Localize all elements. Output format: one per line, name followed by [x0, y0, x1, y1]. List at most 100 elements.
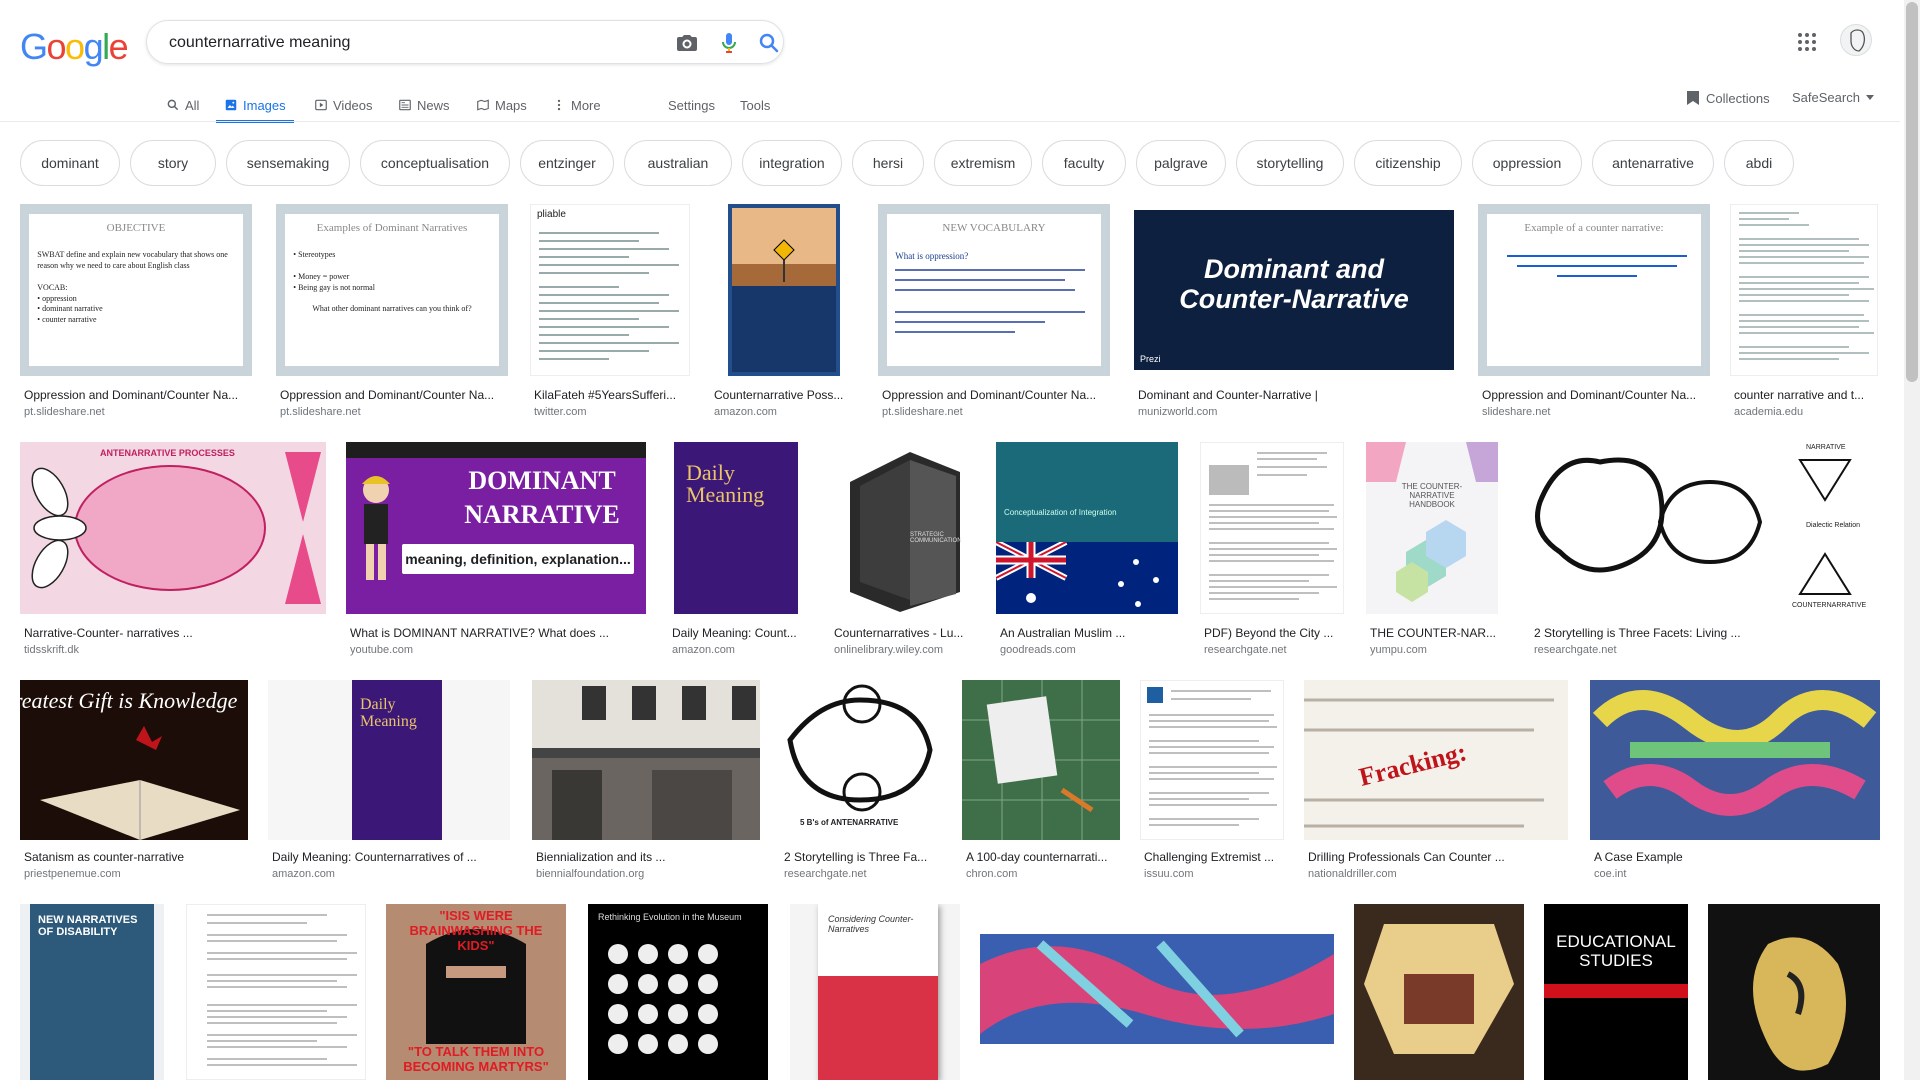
chip-label: australian: [647, 155, 709, 171]
image-result[interactable]: Considering Counter-Narratives: [790, 904, 962, 1080]
image-result[interactable]: Daily Meaning Daily Meaning: Count... ama…: [668, 442, 808, 662]
result-thumbnail: Example of a counter narrative:: [1478, 204, 1710, 376]
chip-conceptualisation[interactable]: conceptualisation: [360, 140, 510, 186]
chip-story[interactable]: story: [130, 140, 216, 186]
image-result[interactable]: A 100-day counternarrati... chron.com: [962, 680, 1122, 888]
document-page: [1209, 452, 1337, 600]
image-result[interactable]: Fracking: Drilling Professionals Can Cou…: [1304, 680, 1570, 888]
image-result[interactable]: reatest Gift is Knowledge Satanism as co…: [20, 680, 252, 888]
result-source: onlinelibrary.wiley.com: [834, 644, 944, 656]
chip-hersi[interactable]: hersi: [852, 140, 924, 186]
image-result[interactable]: Challenging Extremist ... issuu.com: [1140, 680, 1286, 888]
account-avatar[interactable]: [1840, 24, 1872, 56]
chip-citizenship[interactable]: citizenship: [1354, 140, 1462, 186]
image-result[interactable]: NEW VOCABULARY What is oppression? Oppre…: [878, 204, 1114, 420]
image-result[interactable]: Example of a counter narrative: Oppressi…: [1478, 204, 1714, 420]
chip-storytelling[interactable]: storytelling: [1236, 140, 1344, 186]
slide-text: SWBAT define and explain new vocabulary …: [37, 250, 228, 271]
tab-more[interactable]: More: [552, 90, 601, 120]
chip-label: palgrave: [1154, 155, 1208, 171]
chip-palgrave[interactable]: palgrave: [1136, 140, 1226, 186]
document-page: [1739, 212, 1874, 360]
chip-oppression[interactable]: oppression: [1472, 140, 1582, 186]
image-result[interactable]: [1354, 904, 1526, 1080]
image-result[interactable]: A Case Example coe.int: [1590, 680, 1882, 888]
result-title: counter narrative and t...: [1734, 388, 1865, 402]
slide-image: Example of a counter narrative:: [1478, 204, 1710, 376]
tools-link[interactable]: Tools: [740, 90, 770, 120]
result-thumbnail: [1590, 680, 1880, 840]
tab-images[interactable]: Images: [216, 90, 294, 123]
image-result[interactable]: Daily Meaning Daily Meaning: Counternarra…: [268, 680, 512, 888]
chip-entzinger[interactable]: entzinger: [520, 140, 614, 186]
camera-icon[interactable]: [675, 31, 699, 55]
tab-news[interactable]: News: [398, 90, 450, 120]
antenarrative-diagram: [20, 442, 326, 614]
book-cover: Daily Meaning: [674, 442, 798, 614]
cartoon-figure: [362, 476, 390, 580]
collections-button[interactable]: Collections: [1686, 90, 1770, 106]
book-title: Conceptualization of Integration: [1004, 508, 1117, 517]
image-caption: reatest Gift is Knowledge: [20, 688, 238, 713]
chip-antenarrative[interactable]: antenarrative: [1592, 140, 1714, 186]
image-result[interactable]: Dominant and Counter-Narrative Prezi Dom…: [1134, 204, 1460, 420]
chip-abdi[interactable]: abdi: [1724, 140, 1794, 186]
image-result[interactable]: Conceptualization of Integration An Aust…: [996, 442, 1182, 662]
chip-integration[interactable]: integration: [742, 140, 842, 186]
chip-faculty[interactable]: faculty: [1042, 140, 1126, 186]
apps-grid-icon[interactable]: [1795, 30, 1819, 54]
search-box[interactable]: [146, 20, 784, 64]
microphone-icon[interactable]: [717, 31, 741, 55]
chip-dominant[interactable]: dominant: [20, 140, 120, 186]
result-thumbnail: STRATEGIC COMMUNICATION: [830, 442, 976, 614]
tab-videos[interactable]: Videos: [314, 90, 373, 120]
search-icon[interactable]: [757, 31, 781, 55]
image-result[interactable]: Biennialization and its ... biennialfoun…: [532, 680, 762, 888]
video-title-line: DOMINANT: [468, 466, 616, 495]
image-result[interactable]: [980, 904, 1336, 1080]
result-source: researchgate.net: [1204, 644, 1287, 656]
settings-link[interactable]: Settings: [668, 90, 715, 120]
image-result[interactable]: NEW NARRATIVES OF DISABILITY: [20, 904, 166, 1080]
result-thumbnail: [1140, 680, 1284, 840]
image-result[interactable]: [186, 904, 368, 1080]
image-result[interactable]: NARRATIVE COUNTERNARRATIVE Dialectic Rel…: [1530, 442, 1882, 662]
slide-image: OBJECTIVE SWBAT define and explain new v…: [20, 204, 252, 376]
search-input[interactable]: [167, 31, 641, 55]
image-result[interactable]: Rethinking Evolution in the Museum: [588, 904, 770, 1080]
slide-text: dominant narrative: [42, 304, 103, 314]
slide-bullet: • counter narrative: [37, 315, 97, 325]
result-source: researchgate.net: [784, 868, 867, 880]
slide-bullet: • oppression: [37, 293, 77, 303]
image-result[interactable]: pliable KilaFateh #5YearsSufferi... twit…: [530, 204, 692, 420]
image-result[interactable]: ANTENARRATIVE PROCESSES Narrative-Counte…: [20, 442, 330, 662]
chip-label: extremism: [950, 155, 1016, 171]
image-result[interactable]: DOMINANT NARRATIVE meaning, definition, …: [346, 442, 652, 662]
chip-extremism[interactable]: extremism: [934, 140, 1032, 186]
tab-maps[interactable]: Maps: [476, 90, 527, 120]
caret-down-icon: [1865, 94, 1874, 100]
image-result[interactable]: 5 B's of ANTENARRATIVE 2 Storytelling is…: [780, 680, 946, 888]
image-result[interactable]: Counternarrative Poss... amazon.com: [710, 204, 860, 420]
scrollbar-thumb[interactable]: [1906, 2, 1918, 382]
chip-sensemaking[interactable]: sensemaking: [226, 140, 350, 186]
slide-image: Examples of Dominant Narratives • Stereo…: [276, 204, 508, 376]
chip-australian[interactable]: australian: [624, 140, 732, 186]
safesearch-dropdown[interactable]: SafeSearch: [1792, 90, 1874, 105]
tab-all[interactable]: All: [166, 90, 199, 120]
image-result[interactable]: Examples of Dominant Narratives • Stereo…: [276, 204, 512, 420]
image-result[interactable]: "ISIS WERE BRAINWASHING THE KIDS" "TO TA…: [386, 904, 568, 1080]
result-title: Oppression and Dominant/Counter Na...: [882, 388, 1097, 402]
image-result[interactable]: STRATEGIC COMMUNICATION Counternarrative…: [830, 442, 980, 662]
image-result[interactable]: THE COUNTER-NARRATIVE HANDBOOK THE COUNT…: [1366, 442, 1500, 662]
slide-text: What is oppression?: [895, 251, 969, 262]
result-title: Oppression and Dominant/Counter Na...: [24, 388, 239, 402]
image-result[interactable]: [1708, 904, 1882, 1080]
google-logo[interactable]: Google: [20, 26, 129, 68]
image-result[interactable]: PDF) Beyond the City ... researchgate.ne…: [1200, 442, 1346, 662]
image-result[interactable]: OBJECTIVE SWBAT define and explain new v…: [20, 204, 256, 420]
result-thumbnail: 5 B's of ANTENARRATIVE: [780, 680, 944, 840]
book-cover-band: [818, 976, 938, 1080]
image-result[interactable]: counter narrative and t... academia.edu: [1730, 204, 1880, 420]
image-result[interactable]: EDUCATIONAL STUDIES: [1544, 904, 1690, 1080]
